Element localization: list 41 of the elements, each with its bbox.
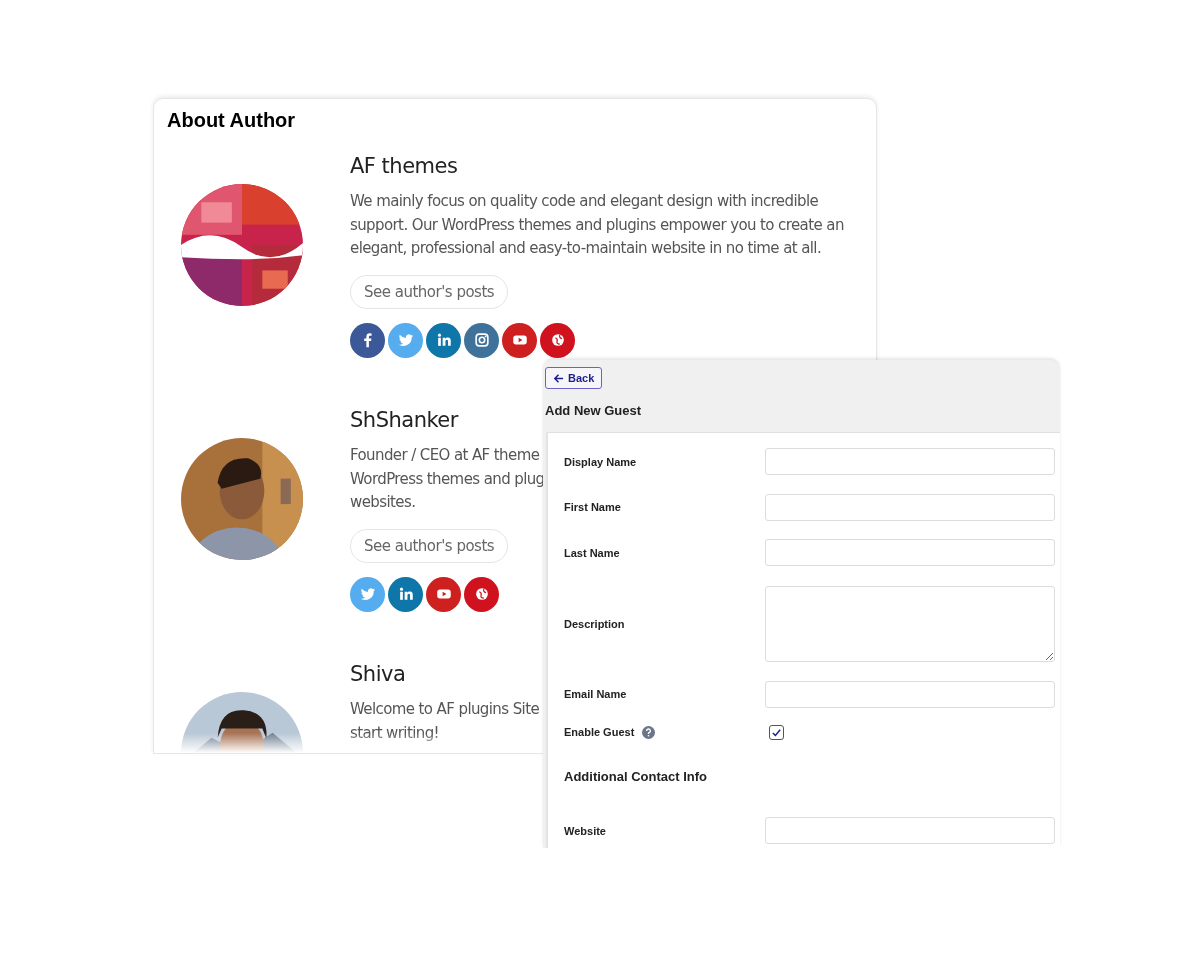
author-posts-button[interactable]: See author's posts xyxy=(350,528,509,563)
linkedin-icon[interactable] xyxy=(426,322,461,358)
form-title: Add New Guest xyxy=(545,403,643,418)
bio-text: We mainly focus on quality code and elegant design with incredible xyxy=(350,191,819,212)
field-label: Description xyxy=(564,617,625,630)
text-field[interactable] xyxy=(765,539,1055,567)
text-field[interactable] xyxy=(765,448,1055,476)
bio-text: Welcome to AF plugins Site xyxy=(350,699,540,720)
field-label: First Name xyxy=(564,501,621,514)
field-label: Last Name xyxy=(564,546,620,559)
description-field[interactable] xyxy=(765,585,1055,662)
author-posts-button[interactable]: See author's posts xyxy=(350,274,509,309)
text-field[interactable] xyxy=(765,493,1055,521)
globe-icon[interactable] xyxy=(464,576,499,612)
bio-text: support. Our WordPress themes and plugins empower you to create an xyxy=(350,214,844,236)
arrow-left-icon xyxy=(553,372,564,384)
help-icon[interactable] xyxy=(642,725,656,739)
author-name: Shiva xyxy=(350,662,406,686)
field-label: Email Name xyxy=(564,688,627,701)
linkedin-icon[interactable] xyxy=(388,576,423,612)
author-name: AF themes xyxy=(350,154,458,178)
bio-text: Founder / CEO at AF theme xyxy=(350,445,540,466)
back-button[interactable]: Back xyxy=(545,367,603,389)
globe-icon[interactable] xyxy=(540,322,575,358)
field-label: Website xyxy=(564,824,606,837)
youtube-icon[interactable] xyxy=(502,322,537,358)
instagram-icon[interactable] xyxy=(464,322,499,358)
field-label: Display Name xyxy=(564,455,637,468)
checkmark-icon xyxy=(771,726,782,738)
text-field[interactable] xyxy=(765,817,1055,845)
section-heading: Additional Contact Info xyxy=(564,769,708,784)
bio-text: start writing! xyxy=(350,722,439,744)
card-title: About Author xyxy=(167,109,297,132)
bio-text: websites. xyxy=(350,492,416,513)
text-field[interactable] xyxy=(765,680,1055,708)
checkbox[interactable] xyxy=(769,724,784,740)
facebook-icon[interactable] xyxy=(350,322,385,358)
author-name: ShShanker xyxy=(350,408,458,432)
youtube-icon[interactable] xyxy=(426,576,461,612)
bio-text: elegant, professional and easy-to-maintain website in no time at all. xyxy=(350,238,822,259)
field-label: Enable Guest xyxy=(564,726,635,738)
